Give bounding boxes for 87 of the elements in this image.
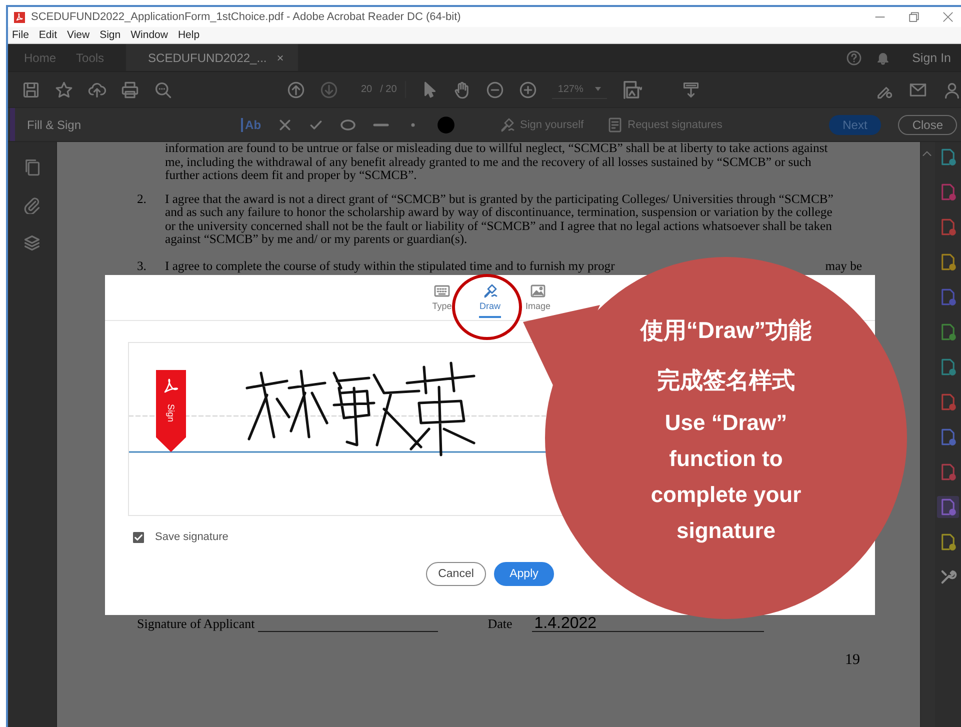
page-count: / 20: [380, 84, 397, 95]
close-icon[interactable]: [941, 10, 955, 24]
tab[interactable]: SCEDUFUND2022_... ×: [126, 44, 298, 71]
page-number-field[interactable]: 20: [361, 84, 372, 95]
cancel-button[interactable]: Cancel: [426, 562, 486, 586]
cross-icon[interactable]: [278, 118, 292, 132]
close-button[interactable]: Close: [898, 114, 957, 134]
next-page-icon[interactable]: [320, 80, 338, 98]
pages-icon[interactable]: [23, 158, 41, 176]
menu-item[interactable]: Window: [130, 29, 168, 41]
menu-item[interactable]: Edit: [38, 29, 58, 41]
menu-item[interactable]: Help: [178, 29, 200, 41]
paragraph: may be: [825, 260, 862, 273]
highlight-circle: [452, 274, 522, 340]
tool-icon[interactable]: [939, 148, 957, 166]
print-icon[interactable]: [121, 80, 139, 98]
sign-in-link[interactable]: Sign In: [912, 50, 951, 64]
cloud-upload-icon[interactable]: [88, 80, 106, 98]
callout-text: Use “Draw”: [664, 409, 788, 437]
scroll-mode-icon[interactable]: [682, 80, 700, 98]
paragraph: I agree that the award is not a direct grant of “SCMCB” but is granted by the participating Colleges/ Universities through “SCMCB” and as such any failure to honor the scholarship award by way of discontinuance, termination, suspension or variation by the college or the university concerned shall not be the fault or liability of “SCMCB” and I agree that no legal actions whatsoever shall be taken against “SCMCB” by me and/ or my parents or guardian(s).: [165, 192, 834, 246]
sign-yourself-link[interactable]: Sign yourself: [520, 118, 584, 130]
tab[interactable]: Type: [427, 275, 457, 312]
tab[interactable]: Image: [523, 275, 553, 312]
zoom-dropdown[interactable]: 127%: [552, 80, 608, 98]
tool-icon[interactable]: [939, 358, 957, 376]
tool-icon[interactable]: [939, 428, 957, 446]
tool-icon[interactable]: [939, 218, 957, 236]
tool-icon[interactable]: [939, 253, 957, 271]
list-number: 2.: [137, 192, 146, 206]
panel-title: Fill & Sign: [27, 118, 82, 132]
flag-label: Sign: [166, 404, 176, 422]
zoom-out-icon[interactable]: [486, 80, 504, 98]
field-label: Date: [488, 616, 512, 632]
checkbox[interactable]: [133, 532, 144, 542]
mail-icon[interactable]: [909, 80, 927, 98]
list-number: 3.: [137, 258, 146, 272]
tool-icon[interactable]: [939, 463, 957, 481]
callout-text: 使用“Draw”功能: [640, 316, 812, 345]
previous-page-icon[interactable]: [287, 80, 305, 98]
layers-icon[interactable]: [23, 234, 41, 252]
ellipse-icon[interactable]: [340, 116, 356, 132]
bell-icon[interactable]: [876, 50, 890, 64]
add-text-button[interactable]: Ab: [241, 118, 262, 132]
callout-text: function to: [669, 445, 783, 473]
help-icon[interactable]: [846, 50, 862, 66]
next-button[interactable]: Next: [828, 114, 882, 134]
caret-icon: [595, 87, 602, 91]
page-number: 19: [845, 652, 860, 668]
callout-text: complete your: [650, 481, 802, 509]
tool-icon[interactable]: [939, 323, 957, 341]
paperclip-icon[interactable]: [23, 196, 41, 214]
pen-icon[interactable]: [499, 116, 516, 132]
zoom-icon[interactable]: [154, 80, 172, 98]
callout-text: signature: [676, 517, 776, 545]
star-icon[interactable]: [55, 80, 73, 98]
pdf-icon: [14, 12, 25, 22]
tool-icon[interactable]: [939, 393, 957, 411]
checkbox-label: Save signature: [155, 531, 228, 543]
acrobat-icon: [163, 378, 179, 394]
menu-item[interactable]: Sign: [100, 29, 121, 41]
image-icon: [530, 283, 546, 299]
tab[interactable]: Draw: [475, 275, 505, 318]
field-label: Signature of Applicant: [137, 616, 255, 632]
menu-item[interactable]: File: [12, 29, 29, 41]
request-signatures-link[interactable]: Request signatures: [628, 118, 722, 130]
document-icon[interactable]: [606, 116, 623, 132]
tool-icon[interactable]: [939, 533, 957, 551]
callout-text: 完成签名样式: [657, 366, 795, 395]
menu-item[interactable]: View: [67, 29, 90, 41]
tool-icon[interactable]: [939, 288, 957, 306]
paragraph: I agree to complete the course of study within the stipulated time and to furnish my progr: [165, 260, 615, 273]
wrench-icon[interactable]: [939, 568, 957, 586]
tool-icon[interactable]: [939, 183, 957, 201]
hand-icon[interactable]: [452, 80, 471, 98]
paragraph: information are found to be untrue or false or misleading due to willful neglect, “SCMCB” shall be at liberty to take actions against me, including the withdrawal of any benefit already granted to me and the recovery of all losses sustained by “SCMCB” or such further actions deem fit and proper by “SCMCB”.: [165, 142, 828, 182]
user-icon[interactable]: [943, 80, 961, 98]
pen-icon: [482, 283, 498, 299]
tab-close-button[interactable]: ×: [276, 50, 284, 64]
window-title: SCEDUFUND2022_ApplicationForm_1stChoice.pdf - Adobe Acrobat Reader DC (64-bit): [31, 11, 461, 23]
apply-button[interactable]: Apply: [494, 562, 554, 586]
keyboard-icon: [434, 283, 450, 299]
fit-page-icon[interactable]: [622, 80, 642, 100]
check-icon[interactable]: [309, 118, 324, 132]
save-icon[interactable]: [22, 80, 40, 98]
restore-icon[interactable]: [907, 10, 921, 24]
zoom-in-icon[interactable]: [518, 80, 537, 98]
